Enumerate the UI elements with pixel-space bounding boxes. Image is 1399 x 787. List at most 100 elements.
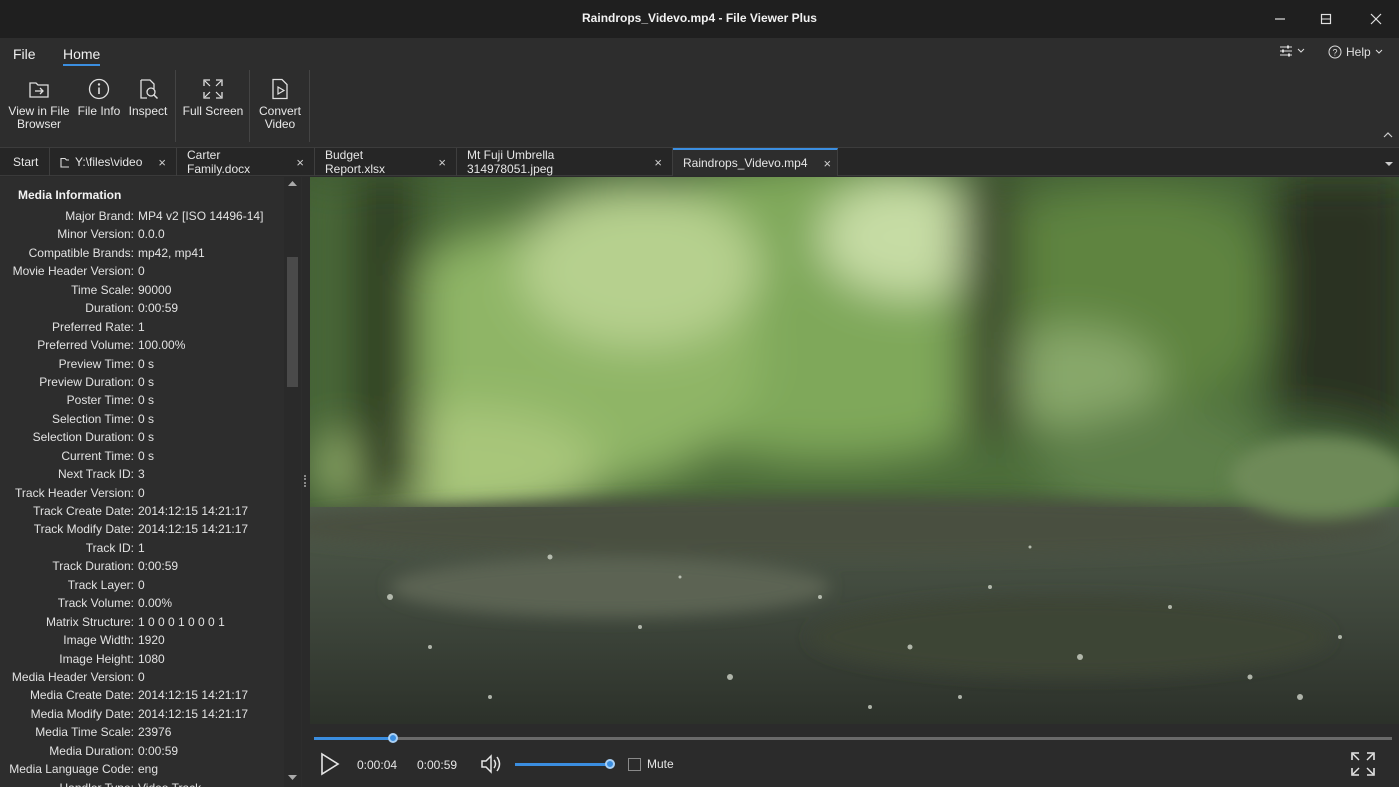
seek-progress xyxy=(314,737,393,740)
view-in-file-browser-button[interactable]: View in File Browser xyxy=(6,76,72,131)
full-screen-label: Full Screen xyxy=(182,104,244,118)
info-value: 2014:12:15 14:21:17 xyxy=(138,706,249,721)
info-row: Duration: 0:00:59 xyxy=(0,299,284,317)
tab-budget-report[interactable]: Budget Report.xlsx × xyxy=(315,148,457,176)
info-value: eng xyxy=(138,762,159,777)
current-time: 0:00:04 xyxy=(357,758,398,772)
window-title: Raindrops_Videvo.mp4 - File Viewer Plus xyxy=(582,11,817,25)
maximize-button[interactable] xyxy=(1303,0,1349,38)
inspect-button[interactable]: Inspect xyxy=(126,76,170,118)
tab-raindrops[interactable]: Raindrops_Videvo.mp4 × xyxy=(673,148,838,176)
title-bar: Raindrops_Videvo.mp4 - File Viewer Plus xyxy=(0,0,1399,38)
media-info-panel: Media Information Major Brand: MP4 v2 [IS… xyxy=(0,177,302,787)
inspect-label: Inspect xyxy=(128,104,168,118)
volume-handle[interactable] xyxy=(605,759,615,769)
tab-folder-video[interactable]: Y:\files\video × xyxy=(50,148,177,176)
ribbon-separator xyxy=(249,70,250,142)
scroll-up-icon xyxy=(288,181,297,186)
help-dropdown[interactable]: ? Help xyxy=(1328,45,1383,59)
tab-list-dropdown[interactable] xyxy=(1385,156,1393,170)
info-value: 2014:12:15 14:21:17 xyxy=(138,688,249,703)
minimize-button-2[interactable] xyxy=(1257,0,1303,38)
menu-file[interactable]: File xyxy=(13,46,36,62)
info-row: Preferred Rate: 1 xyxy=(0,318,284,336)
info-value: 0:00:59 xyxy=(138,743,179,758)
settings-dropdown[interactable] xyxy=(1279,45,1305,57)
folder-arrow-icon xyxy=(29,82,49,98)
full-screen-icon xyxy=(203,79,223,99)
info-key: Preview Duration: xyxy=(39,374,134,389)
media-info-scrollbar[interactable] xyxy=(284,177,301,787)
close-icon[interactable]: × xyxy=(158,155,166,170)
info-key: Preferred Volume: xyxy=(37,338,134,353)
tab-label: Budget Report.xlsx xyxy=(325,148,386,176)
full-screen-button[interactable]: Full Screen xyxy=(182,76,244,118)
info-row: Media Header Version: 0 xyxy=(0,668,284,686)
info-key: Duration: xyxy=(85,301,134,316)
info-row: Image Width: 1920 xyxy=(0,631,284,649)
info-row: Track Create Date: 2014:12:15 14:21:17 xyxy=(0,502,284,520)
info-key: Selection Time: xyxy=(51,411,134,426)
info-key: Track ID: xyxy=(85,540,134,555)
mute-checkbox[interactable] xyxy=(628,757,641,771)
tab-start[interactable]: Start xyxy=(0,148,50,176)
scrollbar-thumb[interactable] xyxy=(287,257,298,387)
panel-splitter[interactable] xyxy=(302,177,310,787)
info-value: 1080 xyxy=(138,651,165,666)
info-value: 23976 xyxy=(138,725,172,740)
ribbon-separator xyxy=(309,70,310,142)
info-key: Handler Type: xyxy=(0,779,135,787)
info-key: Track Layer: xyxy=(67,577,134,592)
mute-toggle[interactable]: Mute xyxy=(628,757,674,771)
close-icon[interactable]: × xyxy=(296,155,304,170)
info-value: 0.0.0 xyxy=(138,227,165,242)
chevron-down-icon xyxy=(1375,49,1383,54)
info-key: Compatible Brands: xyxy=(28,245,134,260)
info-key: Minor Version: xyxy=(57,227,134,242)
play-button[interactable] xyxy=(320,752,340,779)
info-row: Time Scale: 90000 xyxy=(0,281,284,299)
video-frame[interactable] xyxy=(310,177,1399,724)
info-value: 3 xyxy=(138,467,145,482)
info-value: 90000 xyxy=(138,282,172,297)
info-key: Track Create Date: xyxy=(33,504,134,518)
seek-bar[interactable] xyxy=(314,733,1392,743)
close-window-button[interactable] xyxy=(1353,0,1399,38)
info-key: Media Modify Date: xyxy=(30,706,134,721)
info-key: Track Modify Date: xyxy=(33,522,134,537)
convert-video-label-2: Video xyxy=(264,117,296,131)
media-info-title: Media Information xyxy=(18,188,122,202)
volume-slider[interactable] xyxy=(515,759,615,769)
chevron-down-icon xyxy=(1297,48,1305,53)
info-key: Track Header Version: xyxy=(15,485,134,500)
help-label: Help xyxy=(1346,45,1371,59)
info-row: Current Time: 0 s xyxy=(0,447,284,465)
tab-carter-family[interactable]: Carter Family.docx × xyxy=(177,148,315,176)
volume-button[interactable] xyxy=(480,753,504,778)
info-value: 0.00% xyxy=(138,596,173,611)
close-icon[interactable]: × xyxy=(824,156,832,171)
maximize-icon xyxy=(1320,13,1332,25)
collapse-ribbon-button[interactable] xyxy=(1383,128,1393,142)
close-icon[interactable]: × xyxy=(654,155,662,170)
info-key: Media Time Scale: xyxy=(35,725,134,740)
view-in-file-browser-label-2: Browser xyxy=(16,117,61,131)
info-row: Selection Time: 0 s xyxy=(0,410,284,428)
info-row: Media Time Scale: 23976 xyxy=(0,723,284,741)
menu-home[interactable]: Home xyxy=(63,46,101,66)
tab-mt-fuji[interactable]: Mt Fuji Umbrella 314978051.jpeg × xyxy=(457,148,673,176)
convert-video-button[interactable]: Convert Video xyxy=(254,76,306,131)
seek-handle[interactable] xyxy=(388,733,398,743)
info-row: Selection Duration: 0 s xyxy=(0,428,284,446)
full-screen-player-button[interactable] xyxy=(1350,751,1376,780)
info-key: Media Create Date: xyxy=(29,688,134,703)
folder-icon xyxy=(60,157,70,168)
close-icon[interactable]: × xyxy=(438,155,446,170)
total-time: 0:00:59 xyxy=(417,758,458,772)
info-key: Preview Time: xyxy=(58,356,134,371)
info-row: Track Duration: 0:00:59 xyxy=(0,557,284,575)
splitter-grip-icon xyxy=(304,475,307,487)
info-key: Media Duration: xyxy=(49,743,134,758)
file-info-button[interactable]: File Info xyxy=(76,76,122,118)
info-row: Preview Time: 0 s xyxy=(0,355,284,373)
